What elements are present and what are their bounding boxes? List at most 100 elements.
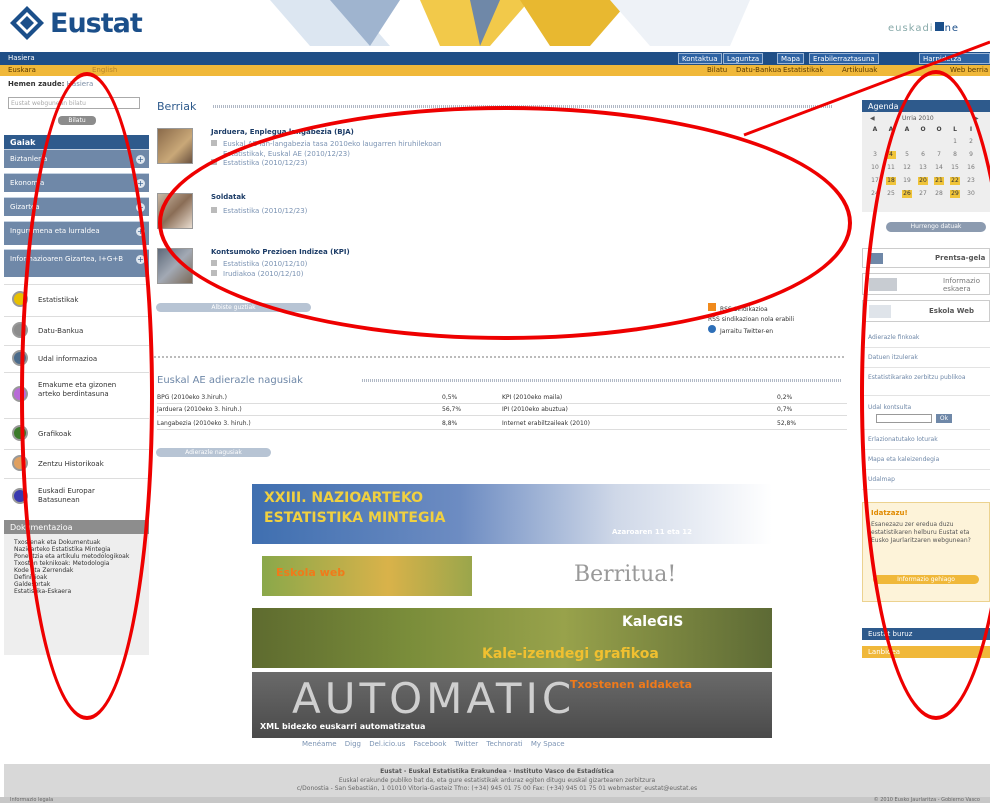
right-link[interactable]: Mapa eta kaleizendegia: [862, 452, 990, 470]
calendar-day[interactable]: 5: [902, 151, 912, 159]
news-title[interactable]: Soldatak: [211, 193, 246, 201]
calendar-day[interactable]: 18: [886, 177, 896, 185]
calendar-day[interactable]: 6: [918, 151, 928, 159]
banner-kalegis[interactable]: KaleGIS Kale-izendegi grafikoa: [252, 608, 772, 668]
rss-link[interactable]: RSS Sindikazioa: [708, 303, 848, 315]
calendar-day[interactable]: 12: [902, 164, 912, 172]
myspace-link[interactable]: My Space: [531, 740, 565, 748]
calendar-day[interactable]: 4: [886, 151, 896, 159]
eustat-logo[interactable]: Eustat: [6, 4, 156, 44]
lang-euskara-link[interactable]: Euskara: [8, 66, 36, 74]
news-thumbnail[interactable]: [157, 128, 193, 164]
lang-english-link[interactable]: English: [92, 66, 117, 74]
leftnav-section-link[interactable]: Estatistikak: [4, 284, 149, 314]
news-title[interactable]: Jarduera, Enplegua langabezia (BJA): [211, 128, 354, 136]
leftnav-section-link[interactable]: Zentzu Historikoak: [4, 449, 149, 477]
dok-item[interactable]: Estatistika-Eskaera: [4, 588, 149, 595]
calendar-day[interactable]: 27: [918, 190, 928, 198]
news-line[interactable]: Irudiakoa (2010/12/10): [211, 270, 303, 278]
right-link[interactable]: Erlazionatutako loturak: [862, 432, 990, 450]
news-line[interactable]: Euskal AE lan-langabezia tasa 2010eko la…: [211, 140, 441, 148]
dok-item[interactable]: Nazioarteko Estatistika Mintegia: [4, 546, 149, 553]
expand-icon[interactable]: +: [136, 227, 145, 236]
leftnav-section-link[interactable]: Grafikoak: [4, 418, 149, 448]
nav-home-link[interactable]: Hasiera: [8, 54, 35, 62]
subnav-bilatu-link[interactable]: Bilatu: [707, 66, 727, 74]
next-data-button[interactable]: Hurrengo datuak: [886, 222, 986, 232]
calendar-day[interactable]: 9: [966, 151, 976, 159]
leftnav-section-link[interactable]: Euskadi Europar Batasunean: [4, 478, 149, 514]
indicator-label[interactable]: Internet erabiltzaileak (2010): [502, 420, 590, 427]
digg-link[interactable]: Digg: [345, 740, 361, 748]
calendar-day[interactable]: 25: [886, 190, 896, 198]
udal-go-button[interactable]: Ok: [936, 414, 952, 423]
more-info-button[interactable]: Informazio gehiago: [873, 575, 979, 584]
banner-automatic[interactable]: AUTOMATIC Txostenen aldaketa XML bidezko…: [252, 672, 772, 738]
leftnav-section-link[interactable]: Datu-Bankua: [4, 316, 149, 344]
twitter-link[interactable]: Jarraitu Twitter-en: [708, 325, 848, 337]
leftnav-ekonomia[interactable]: Ekonomia +: [4, 173, 149, 192]
calendar-day[interactable]: 29: [950, 190, 960, 198]
indicator-label[interactable]: KPI (2010eko maila): [502, 394, 562, 401]
leftnav-informazioaren-gizartea[interactable]: Informazioaren Gizartea, I+G+B +: [4, 249, 149, 277]
indicator-label[interactable]: Jarduera (2010eko 3. hiruh.): [157, 406, 242, 413]
facebook-link[interactable]: Facebook: [414, 740, 447, 748]
calendar-day[interactable]: 20: [918, 177, 928, 185]
dok-item[interactable]: Txostenak eta Dokumentuak: [4, 534, 149, 546]
banner-nazioarteko-mintegia[interactable]: XXIII. NAZIOARTEKO ESTATISTIKA MINTEGIA …: [252, 484, 772, 544]
prentsa-gela-box[interactable]: Prentsa-gela: [862, 248, 990, 268]
news-line[interactable]: Estatistika (2010/12/23): [211, 207, 307, 215]
calendar-day[interactable]: 24: [870, 190, 880, 198]
dok-item[interactable]: Kode eta Zerrendak: [4, 567, 149, 574]
calendar-day[interactable]: 19: [902, 177, 912, 185]
eskola-web-box[interactable]: Eskola Web: [862, 300, 990, 322]
breadcrumb-current[interactable]: Hasiera: [67, 80, 94, 88]
calendar-day[interactable]: 10: [870, 164, 880, 172]
calendar-day[interactable]: 15: [950, 164, 960, 172]
indicator-label[interactable]: Langabezia (2010eko 3. hiruh.): [157, 420, 251, 427]
leftnav-biztanleria[interactable]: Biztanleria +: [4, 149, 149, 168]
meneame-link[interactable]: Menéame: [302, 740, 337, 748]
right-link[interactable]: Estatistikarako zerbitzu publikoa: [862, 370, 990, 396]
calendar-day[interactable]: 30: [966, 190, 976, 198]
indicator-label[interactable]: BPG (2010eko 3.hiruh.): [157, 394, 227, 401]
indicators-button[interactable]: Adierazle nagusiak: [156, 448, 271, 457]
lanbidea-tab[interactable]: Lanbidea: [862, 646, 990, 658]
calendar-day[interactable]: 17: [870, 177, 880, 185]
calendar-day[interactable]: 8: [950, 151, 960, 159]
calendar-day[interactable]: 14: [934, 164, 944, 172]
leftnav-section-link[interactable]: Emakume eta gizonen arteko berdintasuna: [4, 372, 149, 416]
euskadi-link[interactable]: euskadi ne: [888, 22, 959, 34]
calendar-day[interactable]: 22: [950, 177, 960, 185]
twitter-share-link[interactable]: Twitter: [455, 740, 478, 748]
leftnav-section-link[interactable]: Udal informazioa: [4, 345, 149, 371]
dok-item[interactable]: Txosten teknikoak: Metodologia: [4, 560, 149, 567]
informazio-eskaera-box[interactable]: Informazio eskaera: [862, 273, 990, 295]
calendar-day[interactable]: 11: [886, 164, 896, 172]
delicious-link[interactable]: Del.icio.us: [369, 740, 405, 748]
news-thumbnail[interactable]: [157, 193, 193, 229]
leftnav-ingurumena[interactable]: Ingurumena eta lurraldea +: [4, 221, 149, 245]
leftnav-gizartea[interactable]: Gizartea +: [4, 197, 149, 216]
nav-kontaktua-button[interactable]: Kontaktua: [678, 53, 722, 64]
rss-howto-link[interactable]: RSS sindikazioan nola erabili: [708, 315, 848, 325]
search-button[interactable]: Bilatu: [58, 116, 96, 125]
news-line[interactable]: Estatistika (2010/12/10): [211, 260, 307, 268]
calendar-day[interactable]: 23: [966, 177, 976, 185]
expand-icon[interactable]: +: [136, 179, 145, 188]
eustat-buruz-tab[interactable]: Eustat buruz: [862, 628, 990, 640]
technorati-link[interactable]: Technorati: [486, 740, 522, 748]
news-line[interactable]: Estatistika (2010/12/23): [211, 159, 307, 167]
dok-item[interactable]: Galdesortak: [4, 581, 149, 588]
all-news-button[interactable]: Albiste guztiak: [156, 303, 311, 312]
calendar-day[interactable]: 16: [966, 164, 976, 172]
udal-kontsulta[interactable]: Udal kontsulta Ok: [862, 400, 990, 430]
calendar-day[interactable]: 28: [934, 190, 944, 198]
expand-icon[interactable]: +: [136, 255, 145, 264]
banner-eskola-web[interactable]: Eskola web Berritua!: [252, 546, 772, 606]
legal-link[interactable]: Informazio legala: [10, 797, 53, 803]
news-thumbnail[interactable]: [157, 248, 193, 284]
calendar-day[interactable]: 7: [934, 151, 944, 159]
indicator-label[interactable]: IPI (2010eko abuztua): [502, 406, 568, 413]
udal-input[interactable]: [876, 414, 932, 423]
